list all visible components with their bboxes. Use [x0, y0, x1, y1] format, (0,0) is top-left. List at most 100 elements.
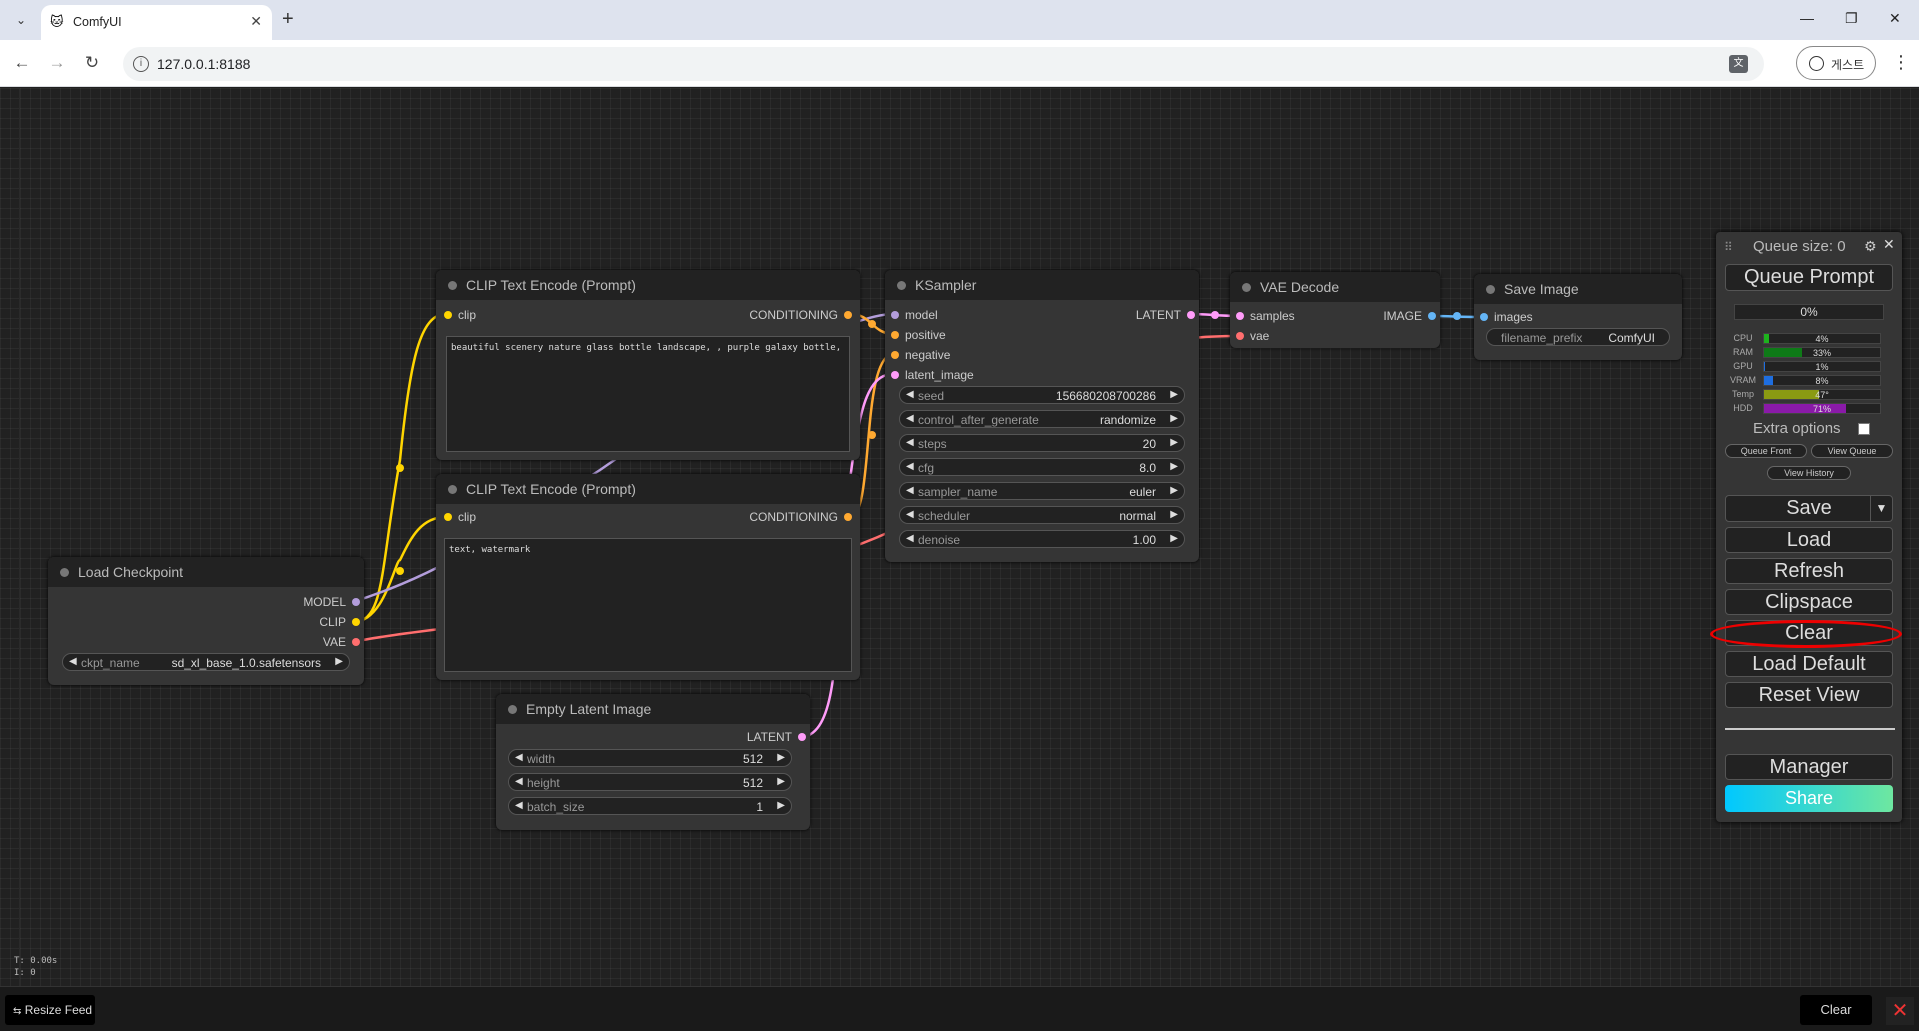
- pin-vae-icon[interactable]: [352, 638, 360, 646]
- reload-icon[interactable]: ↻: [80, 52, 104, 74]
- decrement-icon[interactable]: ◀: [906, 533, 914, 544]
- collapse-dot-icon[interactable]: [508, 705, 517, 714]
- save-button[interactable]: Save ▼: [1725, 495, 1893, 522]
- output-slot-vae[interactable]: VAE: [323, 635, 360, 649]
- widget-cfg[interactable]: ◀ cfg 8.0 ▶: [899, 458, 1185, 476]
- guest-profile-button[interactable]: 게스트: [1796, 46, 1876, 80]
- node-title[interactable]: CLIP Text Encode (Prompt): [436, 474, 860, 504]
- input-slot-negative[interactable]: negative: [891, 348, 950, 362]
- increment-icon[interactable]: ▶: [1170, 485, 1178, 496]
- site-info-icon[interactable]: i: [133, 56, 149, 72]
- output-slot-image[interactable]: IMAGE: [1383, 309, 1436, 323]
- queue-prompt-button[interactable]: Queue Prompt: [1725, 264, 1893, 291]
- decrement-icon[interactable]: ◀: [515, 776, 523, 787]
- browser-tab[interactable]: 🐱 ComfyUI ✕: [41, 5, 272, 40]
- tab-close-icon[interactable]: ✕: [250, 13, 262, 30]
- node-clip-text-encode-positive[interactable]: CLIP Text Encode (Prompt) clip CONDITION…: [436, 270, 860, 460]
- increment-icon[interactable]: ▶: [1170, 437, 1178, 448]
- address-bar[interactable]: i 127.0.0.1:8188 文: [123, 47, 1764, 81]
- input-slot-model[interactable]: model: [891, 308, 938, 322]
- increment-icon[interactable]: ▶: [777, 752, 785, 763]
- clipspace-button[interactable]: Clipspace: [1725, 589, 1893, 615]
- share-button[interactable]: Share: [1725, 785, 1893, 812]
- node-title[interactable]: Save Image: [1474, 274, 1682, 304]
- manager-button[interactable]: Manager: [1725, 754, 1893, 780]
- increment-icon[interactable]: ▶: [777, 776, 785, 787]
- node-title[interactable]: KSampler: [885, 270, 1199, 300]
- view-history-button[interactable]: View History: [1767, 466, 1851, 480]
- increment-icon[interactable]: ▶: [1170, 389, 1178, 400]
- feed-clear-button[interactable]: Clear: [1800, 995, 1872, 1025]
- load-default-button[interactable]: Load Default: [1725, 651, 1893, 677]
- input-slot-positive[interactable]: positive: [891, 328, 946, 342]
- feed-close-icon[interactable]: ✕: [1886, 997, 1914, 1025]
- widget-ckpt-name[interactable]: ◀ ckpt_name sd_xl_base_1.0.safetensors ▶: [62, 653, 350, 671]
- input-slot-vae[interactable]: vae: [1236, 329, 1269, 343]
- widget-denoise[interactable]: ◀ denoise 1.00 ▶: [899, 530, 1185, 548]
- pin-latent-icon[interactable]: [1187, 311, 1195, 319]
- reset-view-button[interactable]: Reset View: [1725, 682, 1893, 708]
- pin-clip-icon[interactable]: [352, 618, 360, 626]
- pin-negative-icon[interactable]: [891, 351, 899, 359]
- node-title[interactable]: Empty Latent Image: [496, 694, 810, 724]
- pin-conditioning-icon[interactable]: [844, 513, 852, 521]
- node-title[interactable]: VAE Decode: [1230, 272, 1440, 302]
- decrement-icon[interactable]: ◀: [515, 752, 523, 763]
- node-load-checkpoint[interactable]: Load Checkpoint MODEL CLIP VAE ◀ ckpt_na…: [48, 557, 364, 685]
- decrement-icon[interactable]: ◀: [69, 656, 77, 667]
- pin-image-icon[interactable]: [1428, 312, 1436, 320]
- collapse-dot-icon[interactable]: [1486, 285, 1495, 294]
- pin-samples-icon[interactable]: [1236, 312, 1244, 320]
- new-tab-icon[interactable]: +: [282, 8, 294, 30]
- decrement-icon[interactable]: ◀: [906, 509, 914, 520]
- increment-icon[interactable]: ▶: [1170, 533, 1178, 544]
- increment-icon[interactable]: ▶: [1170, 413, 1178, 424]
- settings-gear-icon[interactable]: ⚙: [1864, 238, 1877, 255]
- pin-images-icon[interactable]: [1480, 313, 1488, 321]
- output-slot-clip[interactable]: CLIP: [319, 615, 360, 629]
- node-title[interactable]: Load Checkpoint: [48, 557, 364, 587]
- restore-icon[interactable]: ❐: [1845, 10, 1858, 27]
- decrement-icon[interactable]: ◀: [906, 389, 914, 400]
- output-slot-latent[interactable]: LATENT: [747, 730, 806, 744]
- decrement-icon[interactable]: ◀: [906, 485, 914, 496]
- back-icon[interactable]: ←: [10, 52, 34, 74]
- increment-icon[interactable]: ▶: [1170, 509, 1178, 520]
- translate-icon[interactable]: 文: [1729, 55, 1748, 73]
- node-empty-latent-image[interactable]: Empty Latent Image LATENT ◀ width 512 ▶ …: [496, 694, 810, 830]
- prompt-textarea[interactable]: beautiful scenery nature glass bottle la…: [446, 336, 850, 452]
- queue-front-button[interactable]: Queue Front: [1725, 444, 1807, 458]
- view-queue-button[interactable]: View Queue: [1811, 444, 1893, 458]
- browser-menu-icon[interactable]: ⋮: [1892, 52, 1910, 73]
- panel-close-icon[interactable]: ✕: [1883, 236, 1895, 253]
- input-slot-latent-image[interactable]: latent_image: [891, 368, 974, 382]
- input-slot-clip[interactable]: clip: [444, 308, 476, 322]
- pin-conditioning-icon[interactable]: [844, 311, 852, 319]
- increment-icon[interactable]: ▶: [335, 656, 343, 667]
- load-button[interactable]: Load: [1725, 527, 1893, 553]
- widget-height[interactable]: ◀ height 512 ▶: [508, 773, 792, 791]
- save-dropdown-icon[interactable]: ▼: [1870, 496, 1892, 521]
- input-slot-images[interactable]: images: [1480, 310, 1533, 324]
- window-close-icon[interactable]: ✕: [1889, 10, 1901, 27]
- queue-panel[interactable]: ⠿ Queue size: 0 ⚙ ✕ Queue Prompt 0% CPU 4…: [1716, 232, 1902, 822]
- widget-seed[interactable]: ◀ seed 156680208700286 ▶: [899, 386, 1185, 404]
- pin-model-icon[interactable]: [352, 598, 360, 606]
- output-slot-latent[interactable]: LATENT: [1136, 308, 1195, 322]
- pin-clip-icon[interactable]: [444, 311, 452, 319]
- output-slot-conditioning[interactable]: CONDITIONING: [749, 308, 852, 322]
- widget-steps[interactable]: ◀ steps 20 ▶: [899, 434, 1185, 452]
- input-slot-clip[interactable]: clip: [444, 510, 476, 524]
- increment-icon[interactable]: ▶: [1170, 461, 1178, 472]
- drag-handle-icon[interactable]: ⠿: [1724, 240, 1733, 254]
- refresh-button[interactable]: Refresh: [1725, 558, 1893, 584]
- widget-width[interactable]: ◀ width 512 ▶: [508, 749, 792, 767]
- input-slot-samples[interactable]: samples: [1236, 309, 1295, 323]
- collapse-dot-icon[interactable]: [897, 281, 906, 290]
- widget-filename-prefix[interactable]: filename_prefix ComfyUI: [1486, 328, 1670, 346]
- collapse-dot-icon[interactable]: [1242, 283, 1251, 292]
- node-vae-decode[interactable]: VAE Decode samples vae IMAGE: [1230, 272, 1440, 348]
- pin-vae-icon[interactable]: [1236, 332, 1244, 340]
- pin-model-icon[interactable]: [891, 311, 899, 319]
- decrement-icon[interactable]: ◀: [906, 461, 914, 472]
